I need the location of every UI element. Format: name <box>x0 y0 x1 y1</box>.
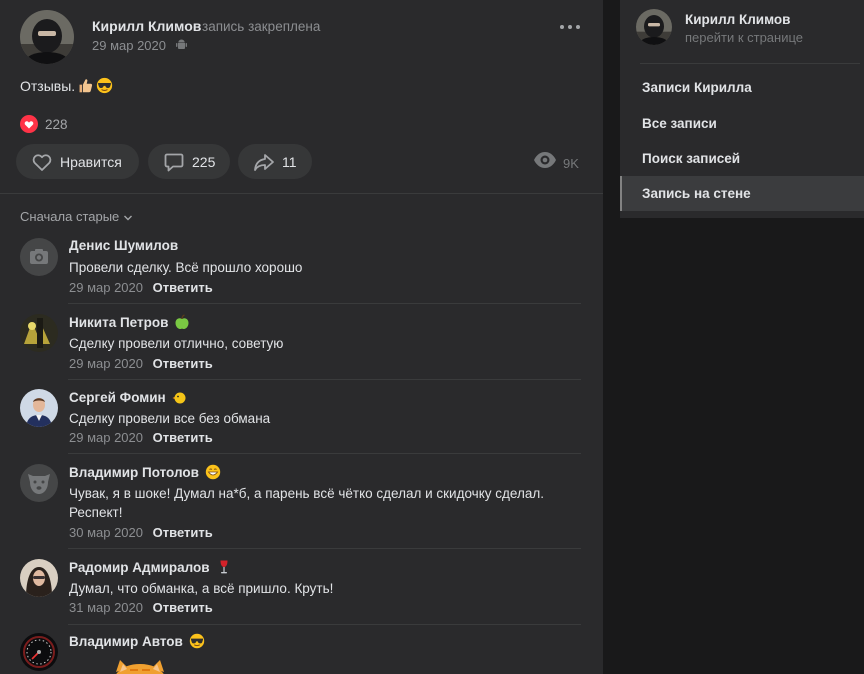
comment-meta: 29 мар 2020 Ответить <box>69 430 213 445</box>
like-label: Нравится <box>60 153 122 170</box>
comment-button[interactable]: 225 <box>148 144 230 179</box>
commenter-avatar[interactable] <box>20 389 58 427</box>
shares-count: 11 <box>282 153 297 170</box>
post-text: Отзывы. <box>20 77 113 94</box>
sunglasses-emoji-icon <box>97 77 113 94</box>
comment-icon <box>164 153 184 171</box>
share-button[interactable]: 11 <box>238 144 312 179</box>
heart-icon <box>32 153 52 171</box>
comment-date[interactable]: 31 мар 2020 <box>69 600 143 615</box>
sidebar-item-wall-post[interactable]: Запись на стене <box>620 176 864 211</box>
post-text-content: Отзывы. <box>20 77 76 94</box>
commenter-name[interactable]: Сергей Фомин <box>69 389 188 405</box>
chevron-down-icon <box>124 215 133 220</box>
reply-button[interactable]: Ответить <box>153 525 213 540</box>
comment-item: Владимир Потолов Чувак, я в шоке! Думал … <box>20 464 581 549</box>
more-icon[interactable] <box>558 16 582 36</box>
sidebar-item-search-posts[interactable]: Поиск записей <box>620 141 864 176</box>
comment-item: Радомир Адмиралов Думал, что обманка, а … <box>20 559 581 625</box>
comment-item: Денис Шумилов Провели сделку. Всё прошло… <box>20 238 581 304</box>
sidebar: Кирилл Климов перейти к странице Записи … <box>620 0 864 218</box>
comment-text: Сделку провели все без обмана <box>69 411 271 426</box>
author-avatar[interactable] <box>20 10 74 64</box>
comment-divider <box>68 624 581 625</box>
commenter-avatar[interactable] <box>20 314 58 352</box>
author-name[interactable]: Кирилл Климов <box>92 18 201 34</box>
post-date[interactable]: 29 мар 2020 <box>92 38 166 53</box>
green-apple-emoji-icon <box>175 314 189 329</box>
sidebar-profile-link[interactable]: Кирилл Климов перейти к странице <box>636 9 856 49</box>
comment-meta: 30 мар 2020 Ответить <box>69 525 213 540</box>
comments-sort-toggle[interactable]: Сначала старые <box>20 209 133 224</box>
reactions-count: 228 <box>45 116 68 132</box>
commenter-avatar[interactable] <box>20 559 58 597</box>
sort-label: Сначала старые <box>20 209 120 224</box>
chick-emoji-icon <box>172 392 186 404</box>
wine-glass-emoji-icon <box>220 560 228 574</box>
reply-button[interactable]: Ответить <box>153 356 213 371</box>
comment-divider <box>68 548 581 549</box>
reply-button[interactable]: Ответить <box>153 280 213 295</box>
comment-text: Провели сделку. Всё прошло хорошо <box>69 260 303 275</box>
comment-date[interactable]: 29 мар 2020 <box>69 430 143 445</box>
sidebar-item-user-posts[interactable]: Записи Кирилла <box>620 70 864 105</box>
commenter-avatar[interactable] <box>20 633 58 671</box>
comment-meta: 31 мар 2020 Ответить <box>69 600 213 615</box>
comment-text: Думал, что обманка, а всё пришло. Круть! <box>69 581 334 596</box>
sidebar-profile-name: Кирилл Климов <box>685 12 791 27</box>
comment-text: Сделку провели отлично, советую <box>69 336 284 351</box>
commenter-name[interactable]: Владимир Потолов <box>69 464 221 480</box>
views-count: 9K <box>563 156 579 171</box>
thumbs-up-emoji-icon <box>79 79 93 93</box>
reply-button[interactable]: Ответить <box>153 600 213 615</box>
android-icon <box>176 39 187 49</box>
commenter-name[interactable]: Никита Петров <box>69 314 190 330</box>
post-header: Кирилл Климов запись закреплена 29 мар 2… <box>20 10 590 66</box>
sidebar-avatar <box>636 9 672 45</box>
comment-text: Чувак, я в шоке! Думал на*б, а парень вс… <box>69 486 544 520</box>
commenter-name[interactable]: Денис Шумилов <box>69 238 178 253</box>
heart-reaction-icon <box>20 115 38 133</box>
pinned-note: запись закреплена <box>202 19 321 34</box>
sidebar-profile-subtitle: перейти к странице <box>685 30 804 45</box>
commenter-avatar[interactable] <box>20 464 58 502</box>
commenter-name[interactable]: Радомир Адмиралов <box>69 559 232 575</box>
commenter-name[interactable]: Владимир Автов <box>69 633 205 649</box>
grinning-emoji-icon <box>205 464 221 480</box>
comment-date[interactable]: 30 мар 2020 <box>69 525 143 540</box>
commenter-avatar[interactable] <box>20 238 58 276</box>
comment-item: Сергей Фомин Сделку провели все без обма… <box>20 389 581 455</box>
eye-icon <box>534 151 556 168</box>
cat-sticker <box>116 660 164 674</box>
like-button[interactable]: Нравится <box>16 144 139 179</box>
comment-divider <box>68 303 581 304</box>
comment-divider <box>68 379 581 380</box>
comment-meta: 29 мар 2020 Ответить <box>69 356 213 371</box>
sidebar-divider <box>640 63 860 64</box>
reply-button[interactable]: Ответить <box>153 430 213 445</box>
share-icon <box>254 153 274 171</box>
sidebar-item-all-posts[interactable]: Все записи <box>620 106 864 141</box>
sunglasses-emoji-icon <box>189 633 205 649</box>
comment-date[interactable]: 29 мар 2020 <box>69 280 143 295</box>
divider <box>0 193 603 194</box>
reactions-summary[interactable]: 228 <box>20 115 68 133</box>
comment-meta: 29 мар 2020 Ответить <box>69 280 213 295</box>
comment-date[interactable]: 29 мар 2020 <box>69 356 143 371</box>
post-card: Кирилл Климов запись закреплена 29 мар 2… <box>0 0 603 674</box>
views-counter: 9K <box>533 148 579 171</box>
comment-item: Никита Петров Сделку провели отлично, со… <box>20 314 581 380</box>
comments-count: 225 <box>192 153 216 170</box>
comment-divider <box>68 453 581 454</box>
